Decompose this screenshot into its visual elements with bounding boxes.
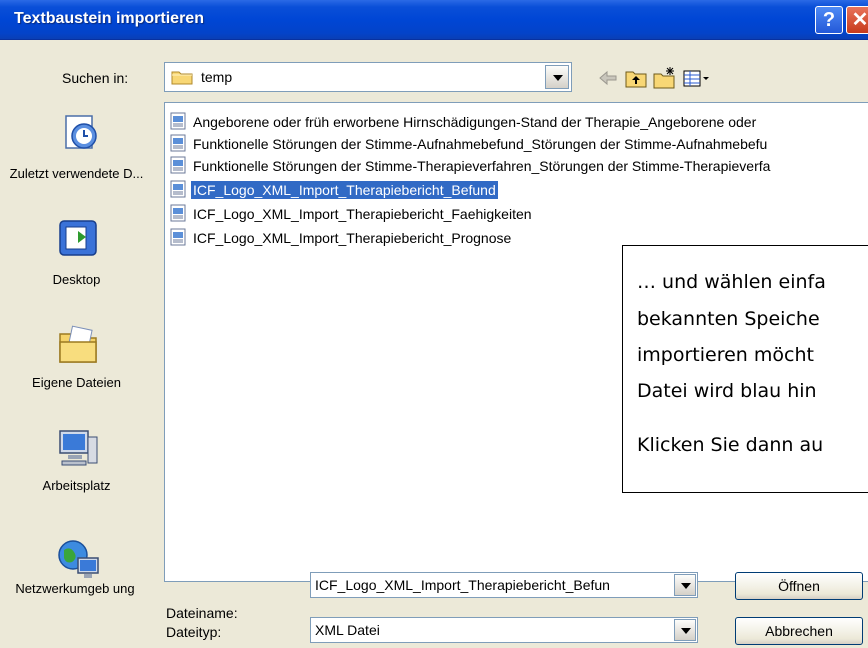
recent-documents-icon[interactable]: [58, 110, 102, 154]
chevron-down-icon: [681, 583, 691, 589]
file-name: ICF_Logo_XML_Import_Therapiebericht_Faeh…: [193, 206, 532, 223]
window-title: Textbaustein importieren: [14, 10, 204, 27]
filename-label: Dateiname:: [166, 605, 238, 621]
filetype-dropdown-arrow[interactable]: [674, 619, 696, 641]
xml-file-icon: [170, 156, 186, 174]
list-item[interactable]: ICF_Logo_XML_Import_Therapiebericht_Faeh…: [169, 204, 534, 227]
place-network-label[interactable]: Netzwerkumgeb ung: [0, 581, 150, 597]
up-folder-icon[interactable]: [624, 66, 648, 90]
network-icon[interactable]: [56, 538, 100, 582]
place-my-computer-label[interactable]: Arbeitsplatz: [0, 478, 153, 494]
filetype-value: XML Datei: [315, 622, 380, 638]
instruction-callout: … und wählen einfa bekannten Speiche imp…: [622, 245, 868, 493]
file-name: ICF_Logo_XML_Import_Therapiebericht_Prog…: [193, 230, 512, 247]
lookin-value: temp: [201, 69, 233, 85]
file-name: ICF_Logo_XML_Import_Therapiebericht_Befu…: [190, 180, 499, 201]
list-item[interactable]: ICF_Logo_XML_Import_Therapiebericht_Prog…: [169, 228, 513, 251]
place-desktop-label[interactable]: Desktop: [0, 272, 153, 288]
new-folder-icon[interactable]: [652, 66, 676, 90]
callout-line: bekannten Speiche: [637, 308, 820, 330]
help-button[interactable]: ?: [815, 6, 843, 34]
list-item[interactable]: Funktionelle Störungen der Stimme-Aufnah…: [169, 134, 769, 157]
list-item[interactable]: Angeborene oder früh erworbene Hirnschäd…: [169, 112, 758, 135]
list-item-selected[interactable]: ICF_Logo_XML_Import_Therapiebericht_Befu…: [169, 180, 499, 203]
view-menu-icon[interactable]: [682, 66, 712, 90]
chevron-down-icon: [681, 628, 691, 634]
lookin-dropdown[interactable]: temp: [164, 62, 572, 92]
filetype-dropdown[interactable]: XML Datei: [310, 617, 698, 643]
file-name: Funktionelle Störungen der Stimme-Therap…: [193, 158, 771, 175]
xml-file-icon: [170, 180, 186, 198]
callout-line: Datei wird blau hin: [637, 380, 817, 402]
xml-file-icon: [170, 228, 186, 246]
callout-line: … und wählen einfa: [637, 271, 826, 293]
close-button[interactable]: ✕: [846, 6, 868, 34]
back-icon[interactable]: [596, 66, 620, 90]
xml-file-icon: [170, 112, 186, 130]
cancel-button[interactable]: Abbrechen: [735, 617, 863, 645]
open-button[interactable]: Öffnen: [735, 572, 863, 600]
file-name: Angeborene oder früh erworbene Hirnschäd…: [193, 114, 757, 131]
lookin-label: Suchen in:: [62, 70, 129, 86]
xml-file-icon: [170, 134, 186, 152]
filename-input[interactable]: ICF_Logo_XML_Import_Therapiebericht_Befu…: [310, 572, 698, 598]
my-documents-icon[interactable]: [56, 322, 100, 366]
filetype-label: Dateityp:: [166, 624, 222, 640]
filename-value: ICF_Logo_XML_Import_Therapiebericht_Befu…: [315, 577, 610, 593]
callout-line: importieren möcht: [637, 344, 814, 366]
filename-dropdown-arrow[interactable]: [674, 574, 696, 596]
places-bar: Zuletzt verwendete D... Desktop Eigene D…: [0, 100, 153, 648]
place-my-documents-label[interactable]: Eigene Dateien: [0, 375, 153, 391]
callout-line: Klicken Sie dann au: [637, 434, 824, 456]
place-recent-label[interactable]: Zuletzt verwendete D...: [0, 166, 153, 182]
file-name: Funktionelle Störungen der Stimme-Aufnah…: [193, 136, 768, 153]
lookin-dropdown-arrow[interactable]: [545, 65, 569, 89]
xml-file-icon: [170, 204, 186, 222]
list-item[interactable]: Funktionelle Störungen der Stimme-Therap…: [169, 156, 772, 179]
chevron-down-icon: [553, 75, 563, 81]
desktop-icon[interactable]: [56, 217, 100, 261]
folder-icon: [171, 71, 193, 85]
title-bar[interactable]: Textbaustein importieren ? ✕: [0, 0, 868, 40]
my-computer-icon[interactable]: [56, 425, 100, 469]
